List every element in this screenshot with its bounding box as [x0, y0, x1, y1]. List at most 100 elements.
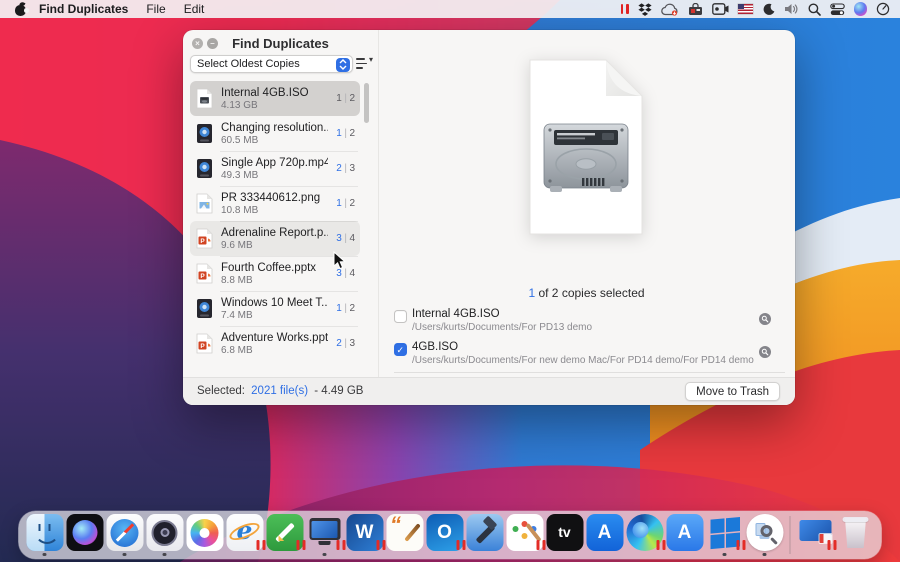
- copy-path: /Users/kurts/Documents/For new demo Mac/…: [412, 355, 754, 366]
- video-file-icon: [196, 298, 213, 319]
- copy-checkbox-checked[interactable]: ✓: [394, 343, 407, 356]
- screen-record-icon[interactable]: [712, 2, 729, 16]
- dock-item-windows[interactable]: [705, 514, 745, 556]
- window-footer: Selected: 2021 file(s) - 4.49 GB Move to…: [183, 377, 795, 405]
- file-size: 10.8 MB: [221, 205, 328, 216]
- copy-count: 1|2: [336, 128, 355, 139]
- list-item[interactable]: Windows 10 Meet T... 7.4 MB 1|2: [190, 291, 360, 326]
- list-item[interactable]: Changing resolution... 60.5 MB 1|2: [190, 116, 360, 151]
- dropbox-icon[interactable]: [638, 2, 652, 16]
- dock-item-parallels-desktop[interactable]: [305, 514, 345, 556]
- parallels-desktop-icon: [306, 514, 343, 551]
- green-notes-app-icon: [266, 514, 303, 551]
- dock-item-microsoft-edge[interactable]: [625, 514, 665, 556]
- toolbox-icon[interactable]: [688, 2, 703, 16]
- copy-count: 1|2: [336, 303, 355, 314]
- dock-item-siri[interactable]: [65, 514, 105, 556]
- copy-count: 1|2: [336, 93, 355, 104]
- dock-item-find-duplicates[interactable]: [745, 514, 785, 556]
- list-item[interactable]: Internal 4GB.ISO 4.13 GB 1|2: [190, 81, 360, 116]
- parallels-badge: [456, 540, 465, 550]
- parallels-badge: [376, 540, 385, 550]
- spotlight-search-icon[interactable]: [808, 2, 821, 16]
- dock-item-trash[interactable]: [836, 514, 876, 556]
- selected-files-link[interactable]: 2021 file(s): [251, 385, 308, 397]
- mouse-cursor: [333, 251, 346, 270]
- menu-file[interactable]: File: [146, 2, 165, 16]
- do-not-disturb-moon-icon[interactable]: [762, 2, 775, 16]
- file-name: Fourth Coffee.pptx: [221, 262, 328, 274]
- dock-item-xcode[interactable]: [465, 514, 505, 556]
- video-file-icon: [196, 123, 213, 144]
- copy-name: 4GB.ISO: [412, 341, 458, 353]
- apple-tv-icon: [546, 514, 583, 551]
- dock-item-microsoft-word[interactable]: [345, 514, 385, 556]
- dock-item-internet-explorer[interactable]: e: [225, 514, 265, 556]
- copy-checkbox[interactable]: [394, 310, 407, 323]
- menu-app-name[interactable]: Find Duplicates: [39, 2, 128, 16]
- reveal-in-finder-icon[interactable]: [759, 312, 771, 324]
- filter-sort-button[interactable]: ▾: [356, 56, 373, 72]
- us-flag-icon[interactable]: [738, 2, 753, 16]
- dock-item-safari[interactable]: [105, 514, 145, 556]
- dock-item-green-notes-app[interactable]: [265, 514, 305, 556]
- file-size: 6.8 MB: [221, 345, 328, 356]
- file-name: Single App 720p.mp4: [221, 157, 328, 169]
- dock-item-microsoft-outlook[interactable]: [425, 514, 465, 556]
- file-name: Internal 4GB.ISO: [221, 87, 328, 99]
- dock-item-parallels-shared-screen[interactable]: [796, 514, 836, 556]
- dock-item-app-store[interactable]: [585, 514, 625, 556]
- sort-dropdown[interactable]: Select Oldest Copies: [190, 55, 353, 73]
- find-duplicates-window: × – Find Duplicates Select Oldest Copies…: [183, 30, 795, 405]
- svg-text:P: P: [200, 273, 205, 280]
- volume-icon[interactable]: [784, 2, 799, 16]
- list-item[interactable]: PR 333440612.png 10.8 MB 1|2: [190, 186, 360, 221]
- list-scrollbar[interactable]: [364, 83, 369, 123]
- copies-selected-summary: 1 of 2 copies selected: [378, 286, 795, 300]
- internet-explorer-icon: e: [226, 514, 263, 551]
- dock-separator: [790, 516, 791, 554]
- list-item[interactable]: Single App 720p.mp4 49.3 MB 2|3: [190, 151, 360, 186]
- running-indicator: [323, 553, 327, 557]
- dock-item-video-player[interactable]: [145, 514, 185, 556]
- file-name: Changing resolution...: [221, 122, 328, 134]
- window-title: Find Duplicates: [183, 36, 378, 51]
- running-indicator: [763, 553, 767, 557]
- dock-item-finder[interactable]: [25, 514, 65, 556]
- file-name: Adventure Works.pptx: [221, 332, 328, 344]
- parallels-badge: [296, 540, 305, 550]
- microsoft-word-icon: [346, 514, 383, 551]
- control-center-icon[interactable]: [830, 2, 845, 16]
- file-name: PR 333440612.png: [221, 192, 328, 204]
- dock-item-writing-app[interactable]: “: [385, 514, 425, 556]
- dock-item-paint-app[interactable]: [505, 514, 545, 556]
- photos-icon: [186, 514, 223, 551]
- move-to-trash-button[interactable]: Move to Trash: [685, 382, 780, 401]
- cloud-sync-icon[interactable]: [661, 2, 679, 16]
- microsoft-edge-icon: [626, 514, 663, 551]
- iso-file-preview-icon: [522, 58, 650, 238]
- parallels-badge: [536, 540, 545, 550]
- list-item[interactable]: P Adventure Works.pptx 6.8 MB 2|3: [190, 326, 360, 361]
- file-name: Adrenaline Report.p...: [221, 227, 328, 239]
- file-size: 60.5 MB: [221, 135, 328, 146]
- iso-file-icon: [196, 88, 213, 109]
- sort-dropdown-value: Select Oldest Copies: [197, 58, 300, 70]
- reveal-in-finder-icon[interactable]: [759, 345, 771, 357]
- dock-item-app-store-blue[interactable]: [665, 514, 705, 556]
- siri-icon[interactable]: [854, 2, 868, 16]
- clock-icon[interactable]: [876, 2, 890, 16]
- dock-item-apple-tv[interactable]: [545, 514, 585, 556]
- copy-path: /Users/kurts/Documents/For PD13 demo: [412, 322, 592, 333]
- parallels-badge: [736, 540, 745, 550]
- trash-icon: [837, 514, 874, 551]
- dock-item-photos[interactable]: [185, 514, 225, 556]
- dropdown-stepper-icon: [336, 58, 350, 72]
- pause-icon[interactable]: [621, 2, 629, 16]
- finder-icon: [26, 514, 63, 551]
- dock: e “: [19, 511, 882, 559]
- apple-menu-icon[interactable]: [14, 2, 27, 16]
- writing-app-icon: “: [386, 514, 423, 551]
- menu-edit[interactable]: Edit: [184, 2, 205, 16]
- app-store-icon: [586, 514, 623, 551]
